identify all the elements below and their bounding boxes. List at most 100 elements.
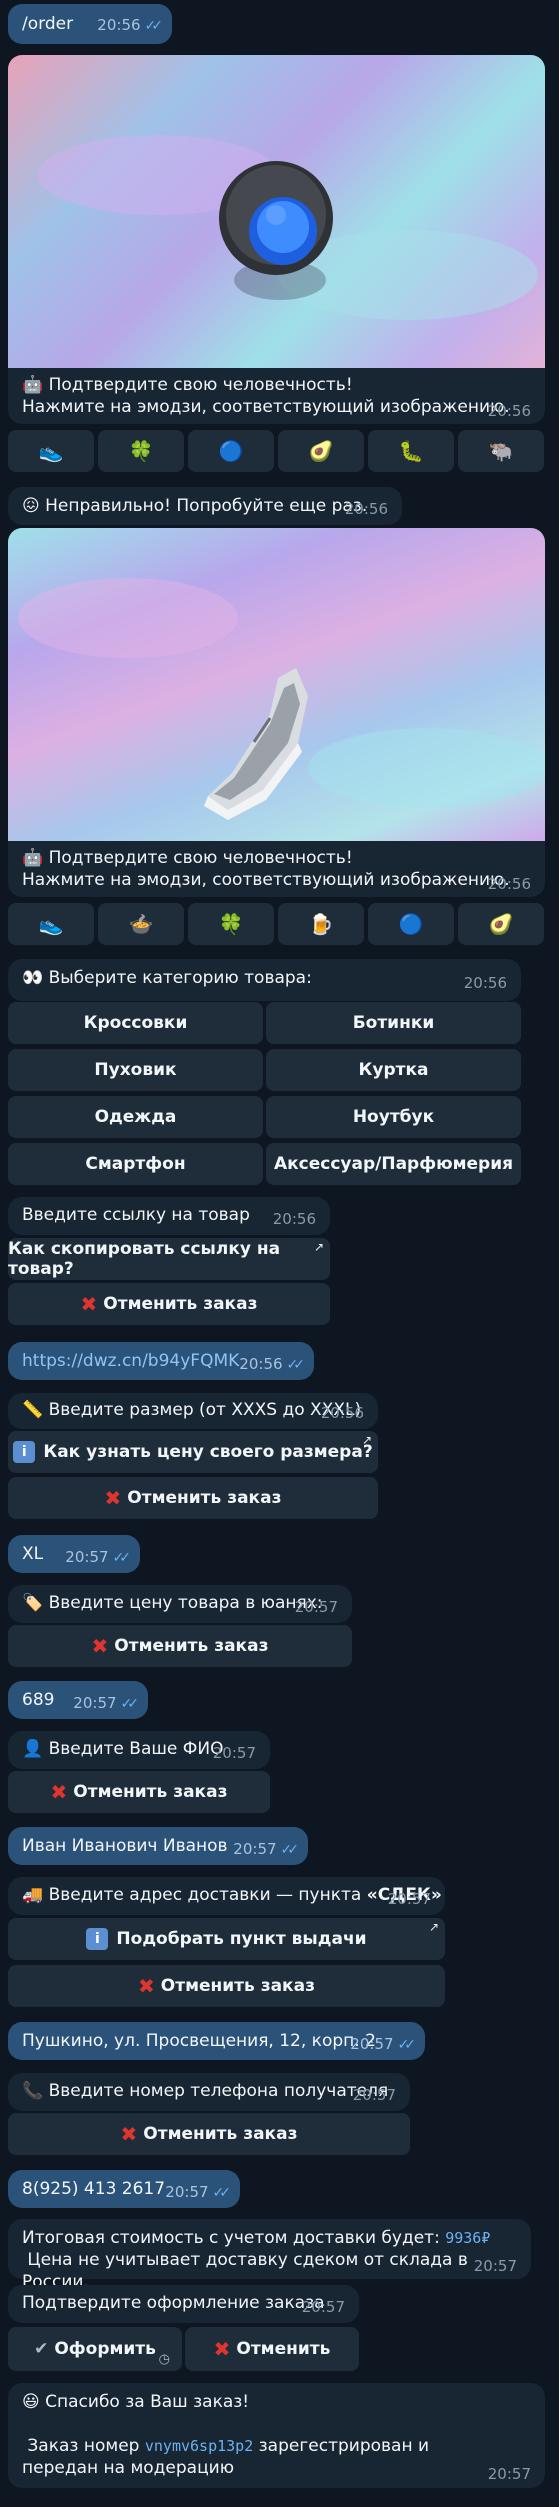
total-amount[interactable]: 9936₽	[445, 2229, 490, 2247]
confirm-order-button[interactable]: ✔ Оформить ◷	[8, 2327, 182, 2371]
read-ticks-icon: ✓✓	[144, 18, 164, 34]
message-time: 20:57	[294, 1598, 338, 1616]
message-time: 20:57	[352, 2086, 396, 2104]
cancel-order-button[interactable]: ✖ Отменить заказ	[8, 1771, 270, 1813]
incoming-message-address-prompt: 🚚 Введите адрес доставки — пункта «СДЕК»…	[8, 1877, 445, 1915]
emoji-button-beer[interactable]: 🍺	[278, 903, 364, 945]
message-time: 20:57	[212, 1744, 256, 1762]
clock-icon: ◷	[158, 2352, 170, 2367]
message-text: Введите цену товара в юанях:	[48, 1593, 323, 1613]
phone-icon: 📞	[22, 2081, 44, 2101]
cancel-confirm-button[interactable]: ✖ Отменить	[185, 2327, 359, 2371]
cross-icon: ✖	[91, 1634, 109, 1658]
sad-face-icon: 😖	[22, 496, 40, 516]
robot-icon: 🤖	[22, 375, 44, 395]
message-time: 20:56	[487, 402, 531, 420]
category-button-boots[interactable]: Ботинки	[266, 1002, 521, 1044]
check-icon: ✔	[34, 2339, 49, 2359]
ruler-icon: 📏	[22, 1400, 44, 1420]
message-time: 20:56	[272, 1210, 316, 1228]
message-time: 20:57 ✓✓	[165, 2183, 231, 2201]
sneaker-emoji	[18, 578, 545, 820]
cancel-order-button[interactable]: ✖ Отменить заказ	[8, 1283, 330, 1325]
message-text: 689	[22, 1690, 55, 1710]
read-ticks-icon: ✓✓	[397, 2037, 417, 2053]
message-text: Введите Ваше ФИО	[48, 1739, 224, 1759]
link-arrow-icon: ↗	[313, 1240, 324, 1254]
outgoing-message-phone: 8(925) 413 2617 20:57 ✓✓	[8, 2170, 240, 2208]
incoming-message-price-prompt: 🏷️ Введите цену товара в юанях: 20:57	[8, 1585, 352, 1623]
how-to-copy-link-button[interactable]: Как скопировать ссылку на товар? ↗	[8, 1238, 330, 1280]
message-time: 20:56	[344, 500, 388, 518]
category-button-laptop[interactable]: Ноутбук	[266, 1096, 521, 1138]
message-time: 20:57	[301, 2298, 345, 2316]
category-button-jacket[interactable]: Куртка	[266, 1049, 521, 1091]
incoming-message-thanks: 😃 Спасибо за Ваш заказ! Заказ номер vnym…	[8, 2383, 545, 2488]
captcha-keyboard: 👟 🍲 🍀 🍺 🔵 🥑	[8, 903, 545, 945]
message-time: 20:57 ✓✓	[65, 1548, 132, 1566]
message-text: Выберите категорию товара:	[48, 968, 312, 988]
message-text: Введите номер телефона получателя	[48, 2081, 389, 2101]
incoming-message-total: Итоговая стоимость с учетом доставки буд…	[8, 2219, 531, 2292]
incoming-message-link-prompt: Введите ссылку на товар 20:56	[8, 1197, 330, 1235]
message-text: 8(925) 413 2617	[22, 2179, 166, 2199]
pick-pickup-point-button[interactable]: i Подобрать пункт выдачи ↗	[8, 1918, 445, 1960]
size-price-info-button[interactable]: i Как узнать цену своего размера? ↗	[8, 1431, 378, 1473]
message-time: 20:57 ✓✓	[233, 1840, 299, 1858]
emoji-button-blue-circle[interactable]: 🔵	[368, 903, 454, 945]
emoji-button-sneaker[interactable]: 👟	[8, 903, 94, 945]
message-text: Введите ссылку на товар	[22, 1205, 250, 1225]
read-ticks-icon: ✓✓	[112, 1550, 132, 1566]
message-time: 20:56 ✓✓	[239, 1355, 306, 1373]
cross-icon: ✖	[50, 1780, 68, 1804]
emoji-button-blue-circle[interactable]: 🔵	[188, 430, 274, 472]
message-text: Неправильно! Попробуйте еще раз.	[45, 496, 368, 516]
message-text: /order	[22, 14, 74, 34]
read-ticks-icon: ✓✓	[286, 1357, 306, 1373]
cross-icon: ✖	[80, 1292, 98, 1316]
info-icon: i	[86, 1928, 109, 1950]
message-link[interactable]: https://dwz.cn/b94yFQMK	[22, 1350, 239, 1372]
emoji-button-caterpillar[interactable]: 🐛	[368, 430, 454, 472]
outgoing-message-order: /order 20:56 ✓✓	[8, 4, 172, 44]
category-button-smartphone[interactable]: Смартфон	[8, 1143, 263, 1185]
category-button-accessories[interactable]: Аксессуар/Парфюмерия	[266, 1143, 521, 1185]
message-time: 20:57	[473, 2257, 517, 2275]
outgoing-message-name: Иван Иванович Иванов 20:57 ✓✓	[8, 1827, 308, 1865]
emoji-button-bowl[interactable]: 🍲	[98, 903, 184, 945]
cancel-order-button[interactable]: ✖ Отменить заказ	[8, 2113, 410, 2155]
cancel-order-button[interactable]: ✖ Отменить заказ	[8, 1965, 445, 2007]
emoji-button-buffalo[interactable]: 🐃	[458, 430, 544, 472]
cross-icon: ✖	[104, 1486, 122, 1510]
emoji-button-avocado[interactable]: 🥑	[458, 903, 544, 945]
emoji-button-sneaker[interactable]: 👟	[8, 430, 94, 472]
outgoing-message-price: 689 20:57 ✓✓	[8, 1681, 148, 1719]
incoming-message-wrong: 😖 Неправильно! Попробуйте еще раз. 20:56	[8, 487, 402, 525]
cancel-order-button[interactable]: ✖ Отменить заказ	[8, 1625, 352, 1667]
outgoing-message-size: XL 20:57 ✓✓	[8, 1535, 140, 1573]
order-number-label: Заказ номер	[27, 2436, 145, 2456]
category-button-down-jacket[interactable]: Пуховик	[8, 1049, 263, 1091]
robot-icon: 🤖	[22, 848, 44, 868]
message-time: 20:56 ✓✓	[97, 16, 164, 34]
category-button-sneakers[interactable]: Кроссовки	[8, 1002, 263, 1044]
emoji-button-clover[interactable]: 🍀	[188, 903, 274, 945]
link-arrow-icon: ↗	[361, 1433, 372, 1447]
message-time: 20:57	[487, 2465, 531, 2483]
incoming-message-category: 👀 Выберите категорию товара: 20:56	[8, 959, 521, 1001]
message-text: XL	[22, 1544, 44, 1564]
message-text: Подтвердите оформление заказа	[22, 2293, 325, 2313]
price-tag-icon: 🏷️	[22, 1593, 44, 1613]
emoji-button-clover[interactable]: 🍀	[98, 430, 184, 472]
smile-icon: 😃	[22, 2392, 40, 2412]
category-button-clothes[interactable]: Одежда	[8, 1096, 263, 1138]
order-id[interactable]: vnymv6sp13p2	[145, 2437, 253, 2455]
incoming-message-confirm: Подтвердите оформление заказа 20:57	[8, 2285, 359, 2323]
captcha-caption: 🤖 Подтвердите свою человечность! Нажмите…	[8, 368, 545, 424]
message-time: 20:56	[487, 875, 531, 893]
cancel-order-button[interactable]: ✖ Отменить заказ	[8, 1477, 378, 1519]
emoji-button-avocado[interactable]: 🥑	[278, 430, 364, 472]
message-text: Введите размер (от XXXS до XXXL)	[48, 1400, 362, 1420]
message-time: 20:56	[320, 1404, 364, 1422]
captcha-caption: 🤖 Подтвердите свою человечность! Нажмите…	[8, 841, 545, 897]
